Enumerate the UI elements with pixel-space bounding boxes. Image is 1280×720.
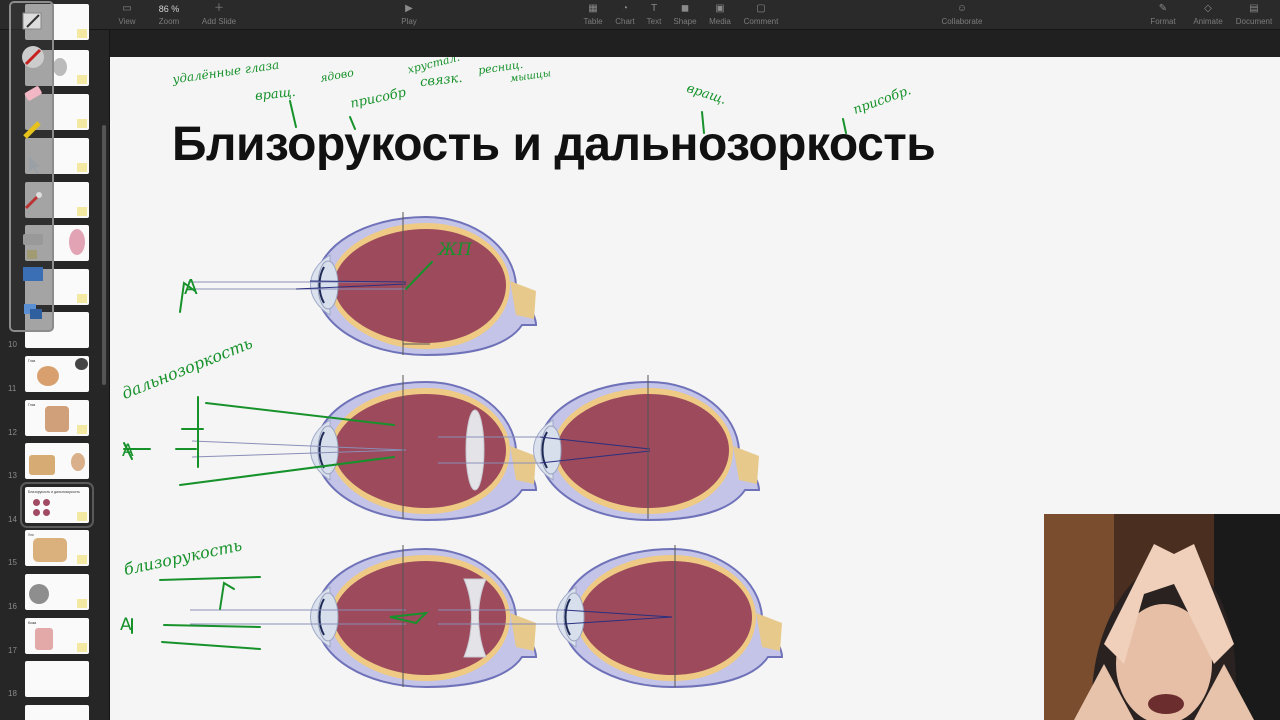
slide-thumbnail[interactable] — [0, 705, 110, 720]
annotation-pen-palette[interactable] — [9, 1, 54, 332]
annotation-text: A — [184, 275, 198, 299]
slide-thumbnail[interactable]: 11 Глаз — [0, 356, 110, 394]
presenter-video — [1044, 514, 1280, 720]
convex-lens — [465, 409, 485, 491]
keyboard-icon[interactable] — [21, 227, 45, 251]
nearsighted-corrected-eye — [555, 548, 783, 688]
slide-thumbnail-current[interactable]: 14 Близорукость и дальнозоркость — [0, 482, 110, 528]
thumbnail-image: Близорукость и дальнозоркость — [20, 482, 94, 528]
media-icon: ▣ — [715, 3, 725, 14]
annotation-text: ЖП — [438, 240, 472, 260]
annotation-text: A — [120, 615, 132, 635]
thumbnail-image — [25, 574, 89, 610]
slide-thumbnail[interactable]: 18 — [0, 661, 110, 699]
toolbar-media-button[interactable]: ▣ Media — [697, 1, 743, 26]
toolbar-format-button[interactable]: ✎ Format — [1140, 1, 1186, 26]
thumbnail-image — [25, 443, 89, 479]
thumbnail-image — [25, 661, 89, 697]
document-icon: ▤ — [1249, 3, 1259, 14]
toolbar-play-button[interactable]: ▶ Play — [386, 1, 432, 26]
keynote-window: ▭ View 86 % Zoom ＋ Add Slide ▶ Play ▦ Ta… — [0, 0, 1280, 720]
screen-icon[interactable] — [21, 263, 45, 287]
whiteboard-icon[interactable] — [21, 9, 45, 33]
thumbnail-image: Глаз — [25, 400, 89, 436]
slide-thumbnail[interactable]: 13 — [0, 443, 110, 481]
toolbar-comment-button[interactable]: ▢ Comment — [738, 1, 784, 26]
toolbar: ▭ View 86 % Zoom ＋ Add Slide ▶ Play ▦ Ta… — [0, 0, 1280, 30]
slide-thumbnail[interactable]: 16 — [0, 574, 110, 612]
pointer-icon[interactable] — [21, 153, 45, 177]
webcam-overlay — [1044, 514, 1280, 720]
collaborate-icon: ☺ — [956, 3, 968, 14]
slide-thumbnail[interactable]: 12 Глаз — [0, 400, 110, 438]
normal-eye — [309, 216, 537, 356]
add-slide-icon: ＋ — [214, 3, 224, 14]
highlighter-icon[interactable] — [21, 117, 45, 141]
farsighted-eye — [309, 381, 537, 521]
annotation-text: A — [122, 441, 134, 461]
slide-thumbnail[interactable]: 15 Ухо — [0, 530, 110, 568]
windows-icon[interactable] — [21, 299, 45, 323]
animate-icon: ◇ — [1204, 3, 1212, 14]
thumbnail-image: Глаз — [25, 356, 89, 392]
thumbnail-image: Ухо — [25, 530, 89, 566]
eraser-icon[interactable] — [21, 81, 45, 105]
play-icon: ▶ — [405, 3, 413, 14]
toolbar-zoom-button[interactable]: 86 % Zoom — [146, 1, 192, 26]
red-pen-icon[interactable] — [21, 45, 45, 69]
format-icon: ✎ — [1158, 3, 1168, 14]
nearsighted-eye — [309, 548, 537, 688]
brush-icon[interactable] — [21, 189, 45, 213]
slide-thumbnail[interactable]: 17 Кожа — [0, 618, 110, 656]
thumbnail-image: Кожа — [25, 618, 89, 654]
canvas-top-bar — [110, 30, 1280, 57]
toolbar-view-button[interactable]: ▭ View — [104, 1, 150, 26]
toolbar-add-slide-button[interactable]: ＋ Add Slide — [195, 1, 243, 26]
zoom-value: 86 % — [158, 4, 180, 14]
toolbar-collaborate-button[interactable]: ☺ Collaborate — [930, 1, 994, 26]
comment-icon: ▢ — [756, 3, 766, 14]
sidebar-icon: ▭ — [122, 3, 132, 14]
thumbnail-image — [25, 705, 89, 720]
toolbar-animate-button[interactable]: ◇ Animate — [1185, 1, 1231, 26]
sidebar-scrollbar[interactable] — [102, 125, 106, 385]
toolbar-document-button[interactable]: ▤ Document — [1230, 1, 1278, 26]
